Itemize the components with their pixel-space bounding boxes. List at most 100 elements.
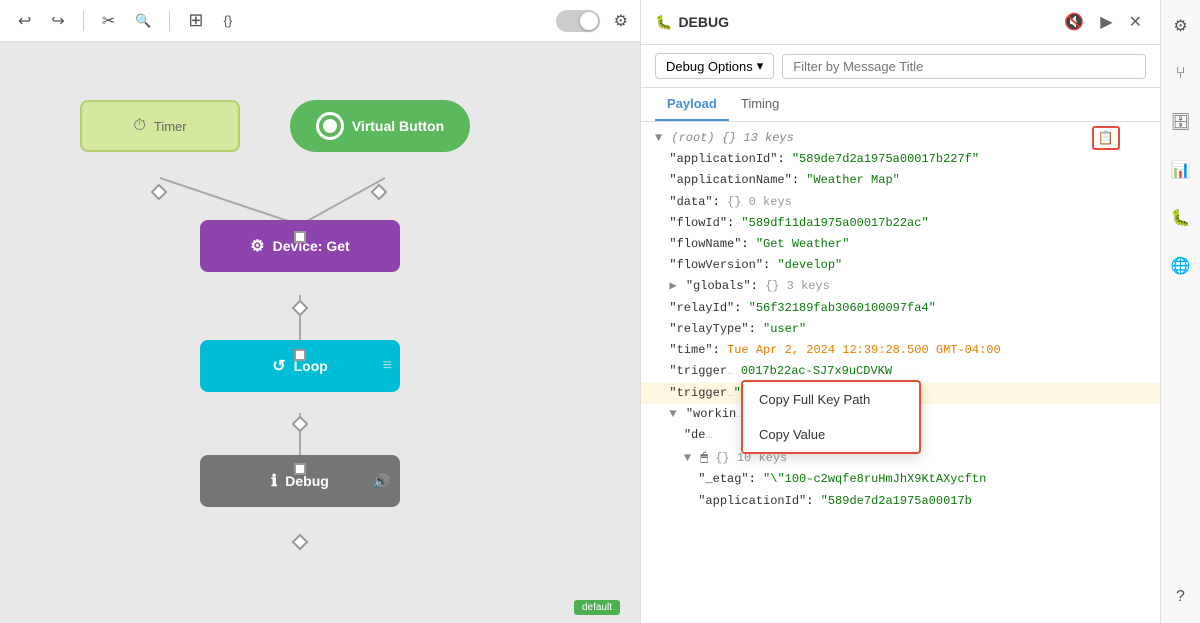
json-val-9: "user" [763,322,806,336]
sidebar-globe-icon[interactable]: 🌐 [1165,250,1197,282]
debug-speaker-icon: 🔊 [373,473,390,490]
json-val-1: "589de7d2a1975a00017b227f" [792,152,979,166]
connector-timer-out [151,184,168,201]
debug-tabs: Payload Timing [641,88,1160,122]
sidebar-debug-icon[interactable]: 🐛 [1165,202,1197,234]
json-val-trigger2: " [734,386,741,400]
json-val-4: "589df11da1975a00017b22ac" [741,216,928,230]
context-menu-copy-value[interactable]: Copy Value [743,417,919,452]
json-line-3: "data": {} 0 keys [641,192,1160,213]
json-val-appid2: "589de7d2a1975a00017b [821,494,972,508]
json-val-etag: "\"100-c2wqfe8ruHmJhX9KtAXycftn [763,472,986,486]
debug-content[interactable]: 📋 ▼ (root) {} 13 keys "applicationId": "… [641,122,1160,623]
node-virtual-button[interactable]: Virtual Button [290,100,470,152]
json-line-9: "relayType": "user" [641,319,1160,340]
connector-device-out [292,300,309,317]
timer-label: Timer [154,119,187,134]
expand-icon[interactable]: ▼ [655,131,662,145]
json-root-label: (root) {} 13 keys [671,131,793,145]
json-key-trigger2: "trigger [669,386,727,400]
toolbar-divider-2 [169,11,170,31]
virtual-button-icon [316,112,344,140]
json-truncated-4: … [705,428,712,442]
connector-loop-in [294,349,306,361]
json-key-3: "data" [669,195,712,209]
json-val-trigger1: 0017b22ac-SJ7x9uCDVKW [734,364,892,378]
json-val-time: Tue Apr 2, 2024 12:39:28.500 GMT-04:00 [727,343,1001,357]
connector-loop-out [292,416,309,433]
json-key-trigger1: "trigger [669,364,727,378]
json-val-6: "develop" [777,258,842,272]
json-key-de: "de [684,428,706,442]
json-line-7: ▶ "globals": {} 3 keys [641,276,1160,297]
debug-toolbar: Debug Options ▾ [641,45,1160,88]
cursor-icon: 🖱 [700,450,708,465]
json-key-8: "relayId" [669,301,734,315]
tab-payload[interactable]: Payload [655,88,729,121]
cut-button[interactable]: ✂ [96,7,121,35]
sidebar-help-icon[interactable]: ? [1165,581,1197,613]
code-button[interactable]: {} [218,9,239,32]
debug-options-chevron: ▾ [757,58,764,74]
json-key-2: "applicationName" [669,173,791,187]
node-loop[interactable]: ↺ Loop ≡ [200,340,400,392]
settings-icon: ⚙ [614,11,628,31]
json-key-6: "flowVersion" [669,258,763,272]
json-key-time: "time" [669,343,712,357]
debug-node-label: Debug [285,473,329,489]
device-label: Device: Get [273,238,350,254]
toolbar-divider-1 [83,11,84,31]
debug-mute-button[interactable]: 🔇 [1060,10,1088,34]
timer-icon: ⏱ [133,117,145,135]
debug-title-icon: 🐛 [655,14,672,31]
node-timer[interactable]: ⏱ Timer [80,100,240,152]
debug-close-button[interactable]: ✕ [1125,10,1146,34]
expand-cursor[interactable]: ▼ [684,451,691,465]
sidebar-database-icon[interactable]: 🗄 [1165,106,1197,138]
context-menu: Copy Full Key Path Copy Value [741,380,921,454]
json-key-appid2: "applicationId" [698,494,806,508]
json-line-4: "flowId": "589df11da1975a00017b22ac" [641,213,1160,234]
debug-options-label: Debug Options [666,59,753,74]
context-menu-copy-full-path[interactable]: Copy Full Key Path [743,382,919,417]
debug-options-button[interactable]: Debug Options ▾ [655,53,774,79]
tab-timing[interactable]: Timing [729,88,792,121]
expand-working[interactable]: ▼ [669,407,676,421]
sidebar-chart-icon[interactable]: 📊 [1165,154,1197,186]
json-line-8: "relayId": "56f32189fab3060100097fa4" [641,298,1160,319]
connector-debug-out [292,534,309,551]
redo-button[interactable]: ↪ [45,7,70,35]
sidebar-settings-icon[interactable]: ⚙ [1165,10,1197,42]
json-line-2: "applicationName": "Weather Map" [641,170,1160,191]
canvas-area: ↩ ↪ ✂ 🔍 ⊞ {} ⚙ ⏱ Timer Virtual Button [0,0,640,623]
json-key-5: "flowName" [669,237,741,251]
json-line-appid2: "applicationId": "589de7d2a1975a00017b [641,491,1160,512]
toggle-switch[interactable] [556,10,600,32]
connector-debug-in [294,463,306,475]
json-root-line: ▼ (root) {} 13 keys [641,128,1160,149]
connector-device-in [294,231,306,243]
expand-globals[interactable]: ▶ [669,279,676,293]
default-badge: default [574,600,620,615]
node-device-get[interactable]: ⚙ Device: Get [200,220,400,272]
json-val-3: {} 0 keys [727,195,792,209]
json-key-4: "flowId" [669,216,727,230]
debug-title-text: DEBUG [678,14,729,30]
json-key-etag: "_etag" [698,472,748,486]
json-line-time: "time": Tue Apr 2, 2024 12:39:28.500 GMT… [641,340,1160,361]
debug-header: 🐛 DEBUG 🔇 ▶ ✕ [641,0,1160,45]
right-sidebar: ⚙ ⑂ 🗄 📊 🐛 🌐 ? [1160,0,1200,623]
json-val-7: {} 3 keys [765,279,830,293]
search-button[interactable]: 🔍 [129,9,157,33]
sidebar-fork-icon[interactable]: ⑂ [1165,58,1197,90]
json-key-7: "globals" [686,279,751,293]
loop-badge-icon: ≡ [383,357,392,375]
debug-filter-input[interactable] [782,54,1146,79]
undo-button[interactable]: ↩ [12,7,37,35]
add-button[interactable]: ⊞ [182,6,209,35]
device-icon: ⚙ [250,236,264,256]
loop-icon: ↺ [272,356,285,376]
json-val-8: "56f32189fab3060100097fa4" [749,301,936,315]
json-val-2: "Weather Map" [806,173,900,187]
debug-play-button[interactable]: ▶ [1096,10,1116,34]
